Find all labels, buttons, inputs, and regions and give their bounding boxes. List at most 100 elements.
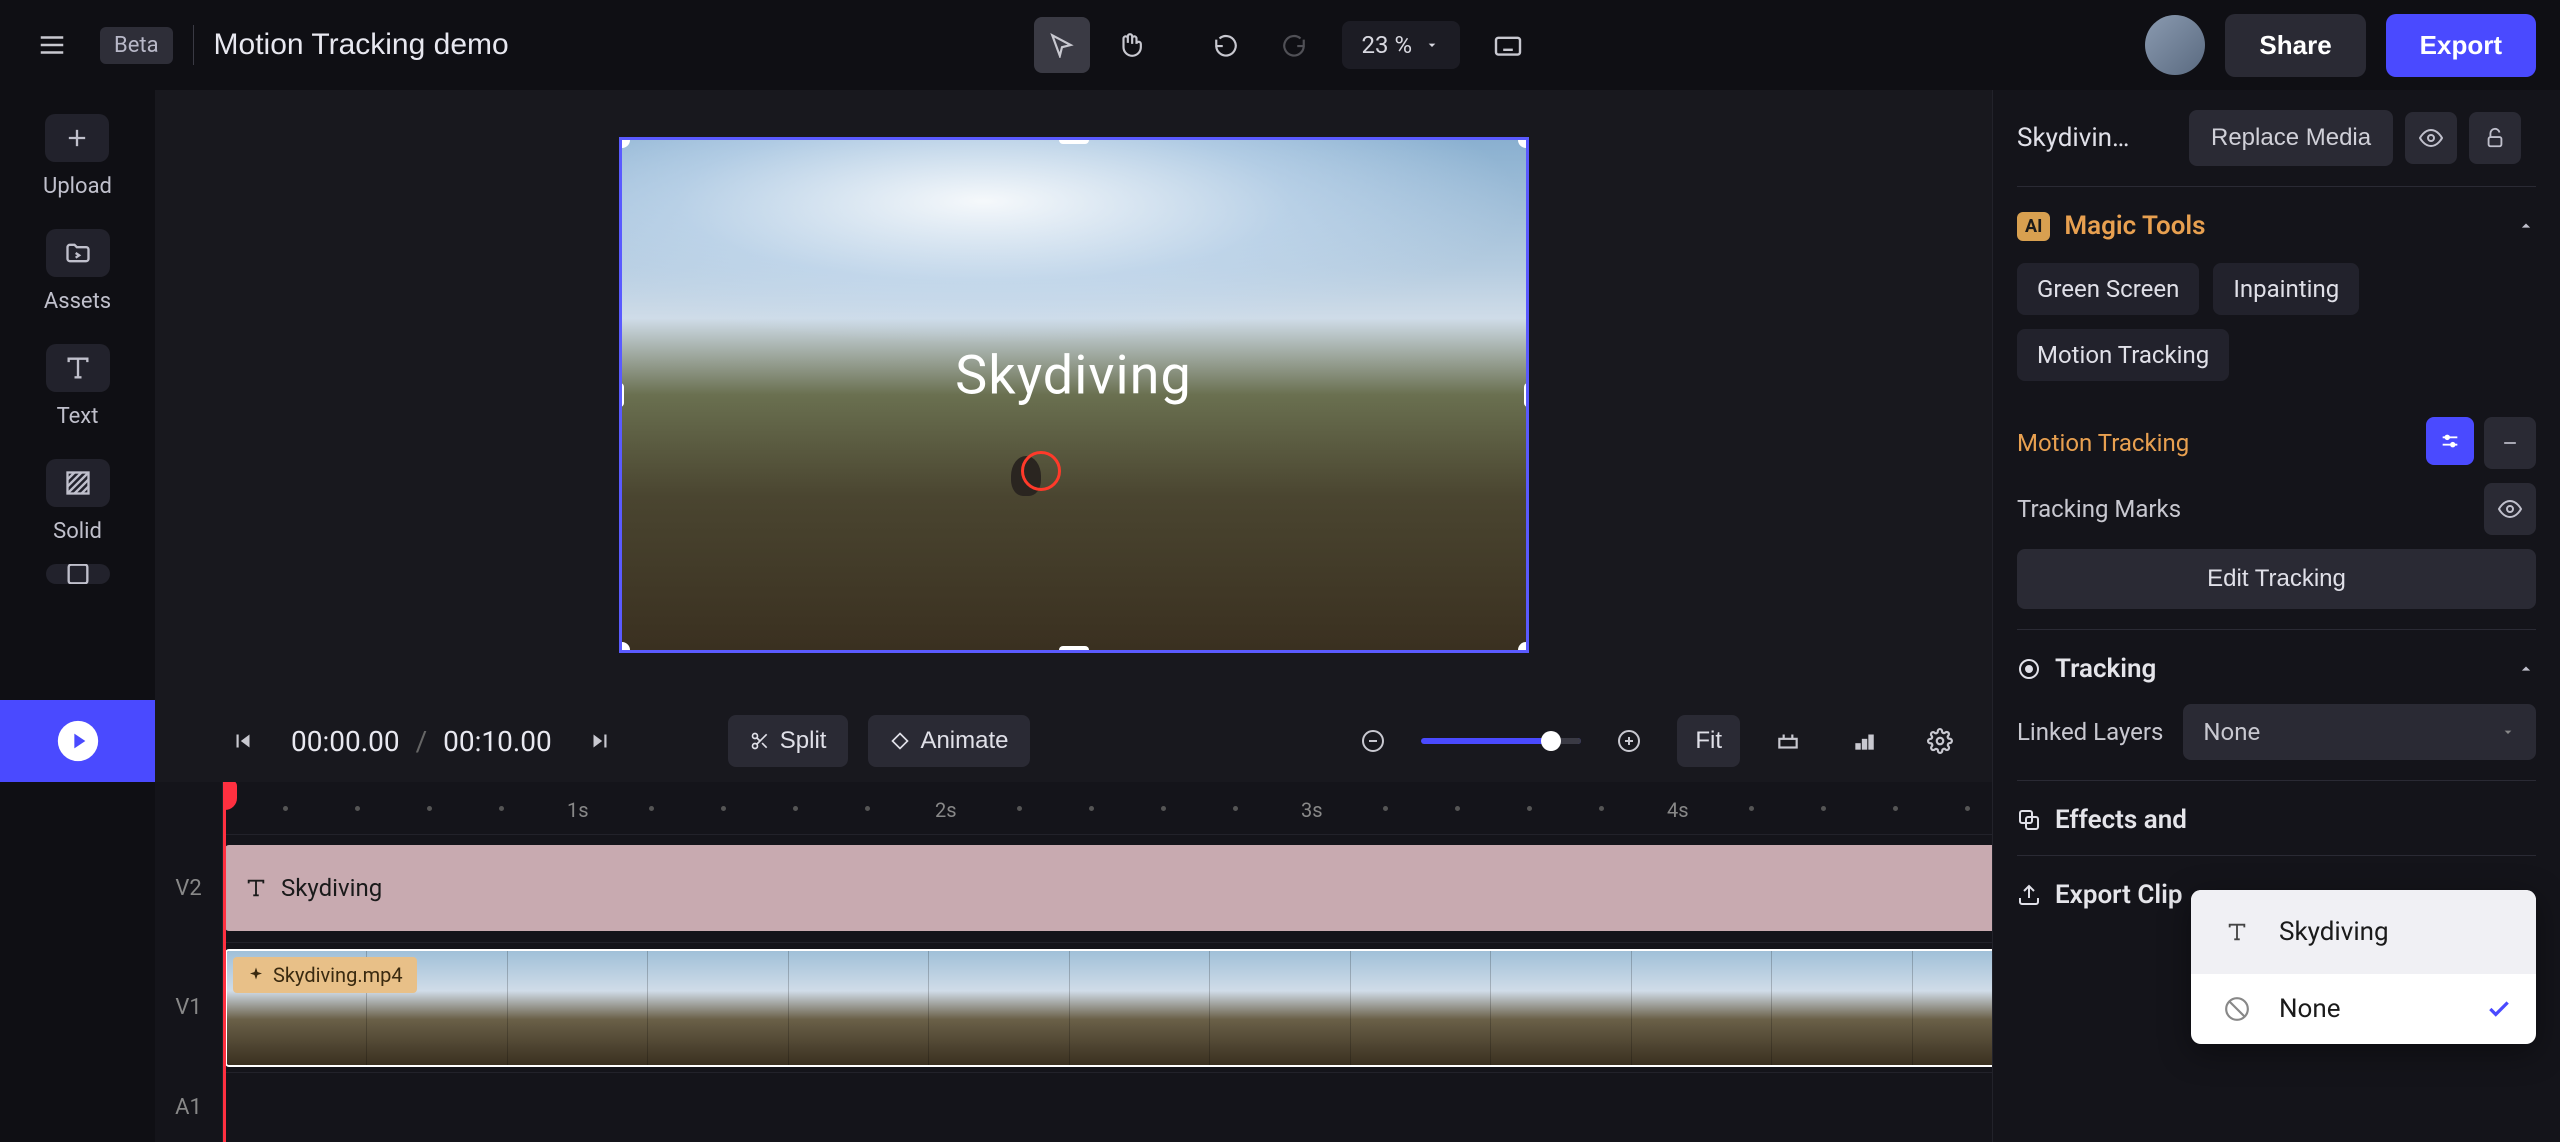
effects-header[interactable]: Effects and [2017, 805, 2536, 835]
clip-v2-text[interactable]: Skydiving [225, 845, 1992, 931]
zoom-in-button[interactable] [1601, 713, 1657, 769]
prev-frame-button[interactable] [215, 713, 271, 769]
track-labels: V2 V1 A1 [155, 782, 223, 1142]
next-frame-button[interactable] [572, 713, 628, 769]
zoom-select[interactable]: 23 % [1342, 21, 1461, 69]
linked-layers-select[interactable]: None [2183, 704, 2536, 760]
text-icon [2215, 910, 2259, 954]
canvas-area[interactable]: Skydiving [155, 90, 1992, 700]
redo-button[interactable] [1266, 17, 1322, 73]
settings-button[interactable] [1912, 713, 1968, 769]
time-separator: / [416, 725, 428, 758]
play-button[interactable] [0, 700, 155, 782]
select-tool[interactable] [1034, 17, 1090, 73]
resize-handle-ml[interactable] [619, 383, 624, 407]
share-button[interactable]: Share [2225, 14, 2365, 77]
slider-thumb[interactable] [1541, 731, 1561, 751]
text-icon [64, 354, 92, 382]
visibility-toggle[interactable] [2405, 112, 2457, 164]
export-button[interactable]: Export [2386, 14, 2536, 77]
text-icon [245, 877, 267, 899]
scissors-icon [750, 731, 770, 751]
check-icon [2486, 996, 2512, 1022]
hand-tool[interactable] [1102, 17, 1158, 73]
track-v1[interactable]: Skydiving.mp4 [223, 942, 1992, 1072]
split-button[interactable]: Split [728, 715, 849, 767]
overlay-text[interactable]: Skydiving [955, 345, 1192, 408]
track-label-v2[interactable]: V2 [155, 834, 222, 942]
transport-bar: 00:00.00 / 00:10.00 Split Animate [155, 700, 1992, 782]
tracking-mark-icon[interactable] [1021, 451, 1061, 491]
overlap-icon [2017, 808, 2041, 832]
sidebar-item-text[interactable]: Text [46, 344, 110, 429]
hatch-icon [64, 469, 92, 497]
tool-green-screen[interactable]: Green Screen [2017, 263, 2199, 315]
resize-handle-mt[interactable] [1059, 137, 1089, 144]
minus-icon [2500, 433, 2520, 453]
dropdown-item-none[interactable]: None [2191, 974, 2536, 1044]
menu-button[interactable] [24, 17, 80, 73]
eye-icon [2419, 126, 2443, 150]
resize-handle-br[interactable] [1518, 642, 1529, 653]
motion-tracking-toggle-on[interactable] [2426, 417, 2474, 465]
time-ruler[interactable]: 1s 2s 3s 4s [223, 782, 1992, 834]
linked-layers-dropdown: Skydiving None [2191, 890, 2536, 1044]
inspector-panel: Skydivin… Replace Media AI Magic Tools G… [1992, 90, 2560, 1142]
playhead[interactable] [223, 782, 226, 1142]
snap-button[interactable] [1760, 713, 1816, 769]
lock-toggle[interactable] [2469, 112, 2521, 164]
user-avatar[interactable] [2145, 15, 2205, 75]
keyboard-button[interactable] [1480, 17, 1536, 73]
section-tracking: Tracking Linked Layers None [2017, 629, 2536, 760]
track-label-a1[interactable]: A1 [155, 1072, 222, 1142]
track-label-v1[interactable]: V1 [155, 942, 222, 1072]
resize-handle-bl[interactable] [619, 642, 630, 653]
diamond-icon [890, 731, 910, 751]
tool-motion-tracking[interactable]: Motion Tracking [2017, 329, 2229, 381]
magic-tools-pills: Green Screen Inpainting Motion Tracking [2017, 263, 2536, 381]
time-display: 00:00.00 / 00:10.00 [291, 725, 552, 758]
dropdown-item-skydiving[interactable]: Skydiving [2191, 890, 2536, 974]
center-area: Skydiving [155, 90, 1992, 1142]
selected-clip-frame[interactable]: Skydiving [619, 137, 1529, 653]
chevron-down-icon [2500, 724, 2516, 740]
edit-tracking-button[interactable]: Edit Tracking [2017, 549, 2536, 609]
tool-inpainting[interactable]: Inpainting [2213, 263, 2359, 315]
sliders-icon [2439, 430, 2461, 452]
zoom-out-button[interactable] [1345, 713, 1401, 769]
sidebar-item-assets[interactable]: Assets [44, 229, 111, 314]
none-icon [2215, 996, 2259, 1022]
chevron-up-icon [2516, 216, 2536, 236]
undo-button[interactable] [1198, 17, 1254, 73]
sidebar-item-upload[interactable]: Upload [43, 114, 112, 199]
track-a1[interactable] [223, 1072, 1992, 1142]
track-v2[interactable]: Skydiving [223, 834, 1992, 942]
project-title-input[interactable] [214, 28, 614, 62]
fit-button[interactable]: Fit [1677, 715, 1740, 767]
resize-handle-mr[interactable] [1524, 383, 1529, 407]
magic-tools-header[interactable]: AI Magic Tools [2017, 211, 2536, 241]
sparkle-icon [247, 966, 265, 984]
tracks-area[interactable]: 1s 2s 3s 4s [223, 782, 1992, 1142]
export-clip-title: Export Clip [2055, 880, 2182, 910]
track-options-button[interactable] [1836, 713, 1892, 769]
magic-tools-title: Magic Tools [2064, 211, 2205, 241]
unlock-icon [2484, 127, 2506, 149]
motion-tracking-remove[interactable] [2484, 417, 2536, 469]
sidebar-item-solid[interactable]: Solid [46, 459, 110, 544]
linked-layers-label: Linked Layers [2017, 718, 2163, 746]
tracking-marks-visibility[interactable] [2484, 483, 2536, 535]
timeline-zoom-slider[interactable] [1421, 738, 1581, 744]
sidebar-item-more[interactable] [46, 564, 110, 584]
replace-media-button[interactable]: Replace Media [2189, 110, 2393, 166]
section-effects: Effects and [2017, 780, 2536, 835]
ai-badge: AI [2017, 212, 2050, 241]
sidebar-label: Solid [53, 519, 102, 544]
animate-button[interactable]: Animate [868, 715, 1030, 767]
resize-handle-mb[interactable] [1059, 646, 1089, 653]
tracking-header[interactable]: Tracking [2017, 654, 2536, 684]
skydiver-graphic [1001, 456, 1071, 506]
export-icon [2017, 883, 2041, 907]
clip-v1-video[interactable]: Skydiving.mp4 [225, 949, 1992, 1067]
folder-icon [64, 239, 92, 267]
